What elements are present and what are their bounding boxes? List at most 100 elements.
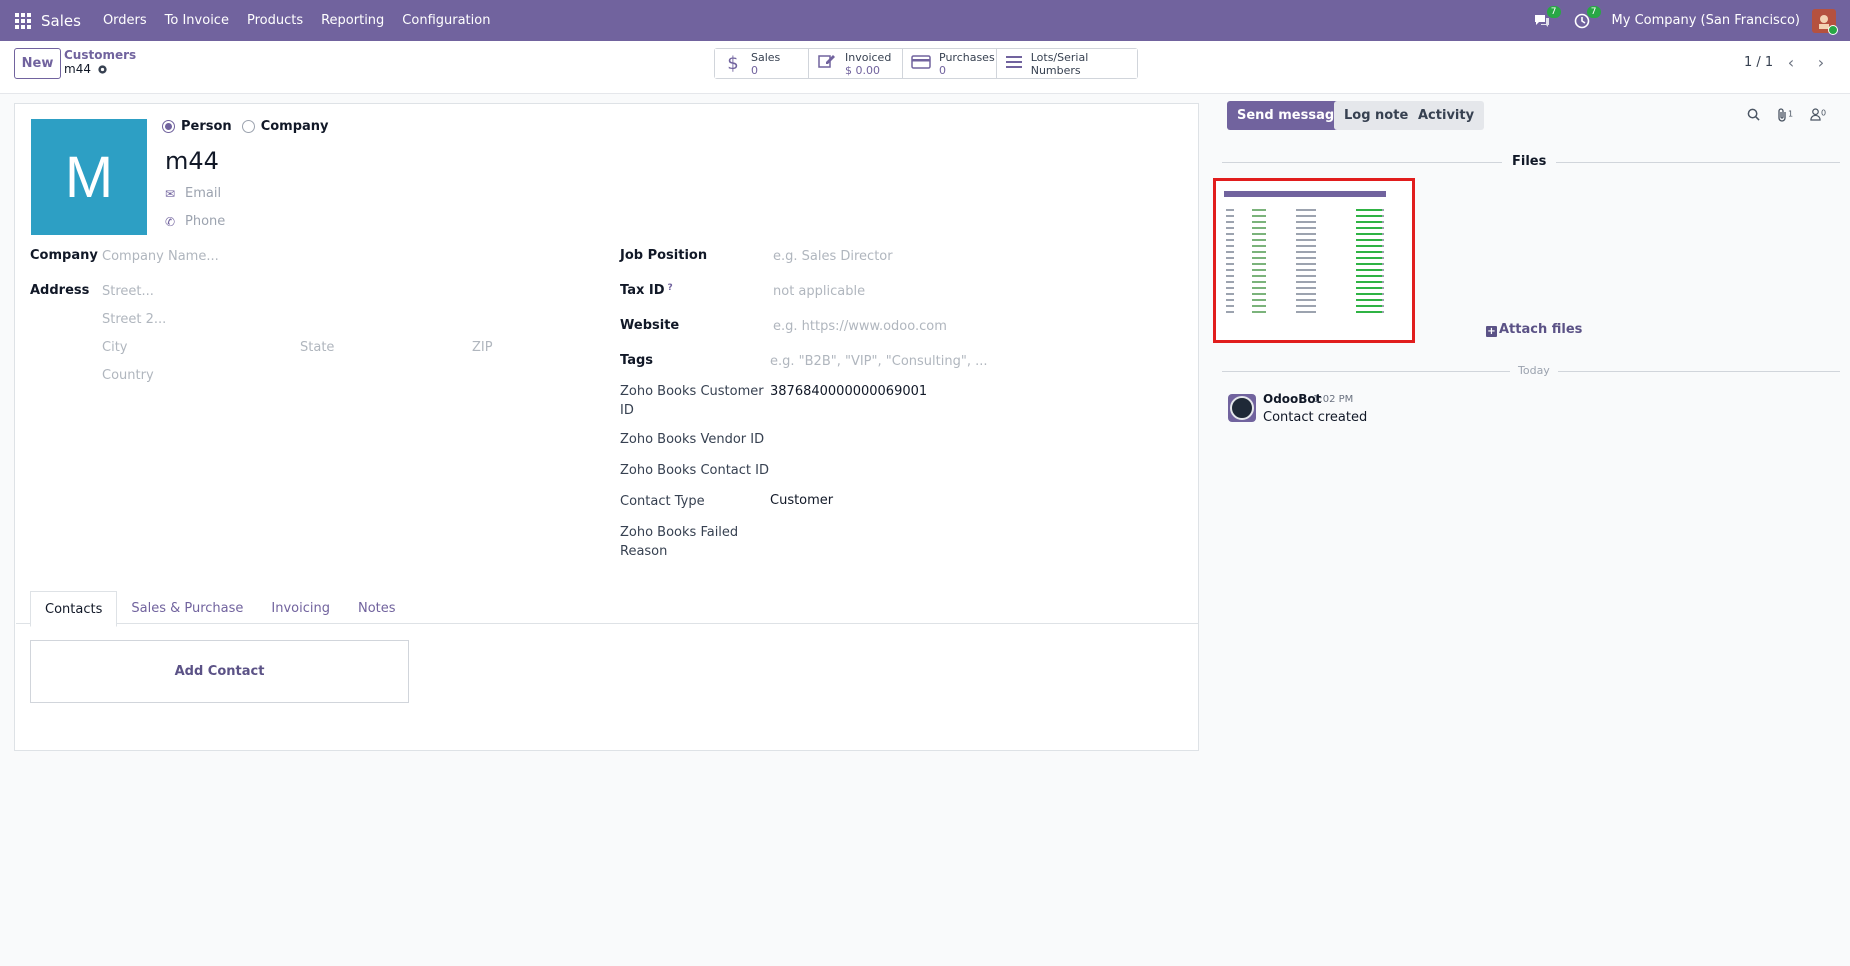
smart-invoiced-label: Invoiced <box>845 50 892 64</box>
smart-purchases-value: 0 <box>939 63 946 77</box>
log-note-button[interactable]: Log note <box>1334 101 1419 130</box>
attach-files-label: Attach files <box>1499 322 1583 337</box>
today-separator: Today <box>1510 364 1558 377</box>
company-label: Company <box>30 248 98 263</box>
radio-person[interactable] <box>162 120 175 133</box>
apps-grid-icon[interactable] <box>15 12 31 29</box>
credit-card-icon <box>911 53 931 74</box>
radio-company-label[interactable]: Company <box>261 119 329 134</box>
list-icon <box>1005 53 1023 74</box>
company-type-selector: Person Company <box>162 119 339 134</box>
tags-input[interactable]: e.g. "B2B", "VIP", "Consulting", ... <box>770 354 987 369</box>
messages-badge: 7 <box>1546 5 1561 18</box>
street2-input[interactable]: Street 2... <box>102 312 166 327</box>
activity-button[interactable]: Activity <box>1408 101 1485 130</box>
activities-button[interactable]: 7 <box>1572 5 1601 31</box>
zoho-failed-reason-label: Zoho Books Failed Reason <box>620 523 738 561</box>
new-button[interactable]: New <box>14 48 61 79</box>
activities-badge: 7 <box>1586 5 1601 18</box>
tab-invoicing[interactable]: Invoicing <box>257 590 344 626</box>
files-divider-right <box>1556 162 1840 163</box>
zoho-customer-id-label: Zoho Books Customer ID <box>620 382 764 420</box>
tab-sales-purchase[interactable]: Sales & Purchase <box>117 590 257 626</box>
pager-value[interactable]: 1 / 1 <box>1744 55 1773 70</box>
partner-name[interactable]: m44 <box>165 147 219 175</box>
control-panel: New Customers m44 $ Sales 0 Invoiced $ 0.0… <box>0 41 1850 94</box>
menu-configuration[interactable]: Configuration <box>402 13 490 28</box>
smart-lots-label: Lots/Serial Numbers <box>1030 50 1089 77</box>
paperclip-icon <box>1778 108 1786 122</box>
message-body: Contact created <box>1263 410 1368 425</box>
file-preview-image <box>1224 191 1386 316</box>
website-input[interactable]: e.g. https://www.odoo.com <box>773 319 947 334</box>
menu-products[interactable]: Products <box>247 13 303 28</box>
street-input[interactable]: Street... <box>102 284 154 299</box>
form-sheet: M Person Company m44 ✉ Email ✆ Phone Com… <box>14 103 1199 751</box>
zoho-vendor-id-label: Zoho Books Vendor ID <box>620 432 765 447</box>
zip-input[interactable]: ZIP <box>472 340 493 355</box>
country-input[interactable]: Country <box>102 368 154 383</box>
app-brand[interactable]: Sales <box>41 12 81 30</box>
zoho-failed-label-1: Zoho Books Failed <box>620 525 739 540</box>
chevron-left-icon[interactable]: ‹ <box>1779 51 1803 75</box>
breadcrumb-current: m44 <box>64 62 136 76</box>
file-attachment-thumbnail[interactable] <box>1213 178 1415 343</box>
zoho-customer-id-value[interactable]: 3876840000000069001 <box>770 384 927 399</box>
partner-avatar[interactable]: M <box>31 119 147 235</box>
radio-company[interactable] <box>241 120 255 133</box>
smart-button-invoiced[interactable]: Invoiced $ 0.00 <box>809 49 903 78</box>
user-avatar[interactable] <box>1812 8 1838 35</box>
tab-contacts[interactable]: Contacts <box>30 591 118 627</box>
smart-button-sales[interactable]: $ Sales 0 <box>715 49 809 78</box>
plus-square-icon: + <box>1486 326 1497 337</box>
menu-to-invoice[interactable]: To Invoice <box>165 13 229 28</box>
envelope-icon: ✉ <box>164 186 176 201</box>
attachments-button[interactable]: 1 <box>1776 108 1793 126</box>
add-contact-button[interactable]: Add Contact <box>30 640 409 703</box>
menu-orders[interactable]: Orders <box>103 13 147 28</box>
pencil-square-icon <box>817 53 837 74</box>
contact-type-label: Contact Type <box>620 494 705 509</box>
company-name-input[interactable]: Company Name... <box>102 249 219 264</box>
phone-icon: ✆ <box>164 214 176 229</box>
state-input[interactable]: State <box>300 340 334 355</box>
gear-icon[interactable] <box>97 64 108 75</box>
phone-placeholder: Phone <box>185 214 226 229</box>
help-icon[interactable]: ? <box>668 283 673 293</box>
files-divider-left <box>1222 162 1502 163</box>
contact-type-value[interactable]: Customer <box>770 493 833 508</box>
user-icon <box>1810 108 1821 121</box>
radio-person-label[interactable]: Person <box>181 119 232 134</box>
zoho-failed-label-2: Reason <box>620 544 668 559</box>
job-position-input[interactable]: e.g. Sales Director <box>773 249 893 264</box>
tab-notes[interactable]: Notes <box>344 590 410 626</box>
city-input[interactable]: City <box>102 340 127 355</box>
notebook-tabs: Contacts Sales & Purchase Invoicing Note… <box>30 590 410 627</box>
followers-button[interactable]: 0 <box>1810 108 1826 125</box>
tax-id-input[interactable]: not applicable <box>773 284 865 299</box>
top-navbar: Sales Orders To Invoice Products Reporti… <box>0 0 1850 41</box>
odoobot-avatar[interactable] <box>1228 394 1256 422</box>
tax-id-label-text: Tax ID <box>620 283 665 298</box>
email-placeholder: Email <box>185 186 222 201</box>
attachments-count: 1 <box>1788 109 1794 119</box>
smart-invoiced-value: $ 0.00 <box>845 63 880 77</box>
message-time: 1:02 PM <box>1313 394 1354 405</box>
zoho-contact-id-label: Zoho Books Contact ID <box>620 463 769 478</box>
smart-sales-label: Sales <box>751 50 781 64</box>
phone-field[interactable]: ✆ Phone <box>163 214 225 229</box>
smart-button-purchases[interactable]: Purchases 0 <box>903 49 997 78</box>
attach-files-button[interactable]: + Attach files <box>1486 322 1582 337</box>
files-title: Files <box>1512 154 1547 169</box>
email-field[interactable]: ✉ Email <box>163 186 221 201</box>
messages-button[interactable]: 7 <box>1532 5 1561 31</box>
company-switcher[interactable]: My Company (San Francisco) <box>1612 13 1800 28</box>
breadcrumb-customers[interactable]: Customers <box>64 48 136 62</box>
search-icon[interactable] <box>1747 108 1760 125</box>
smart-button-lots[interactable]: Lots/Serial Numbers <box>997 49 1137 78</box>
menu-reporting[interactable]: Reporting <box>321 13 384 28</box>
tax-id-label: Tax ID? <box>620 283 673 298</box>
job-position-label: Job Position <box>620 248 708 263</box>
zoho-customer-id-label-1: Zoho Books Customer <box>620 384 764 399</box>
chevron-right-icon[interactable]: › <box>1809 51 1833 75</box>
